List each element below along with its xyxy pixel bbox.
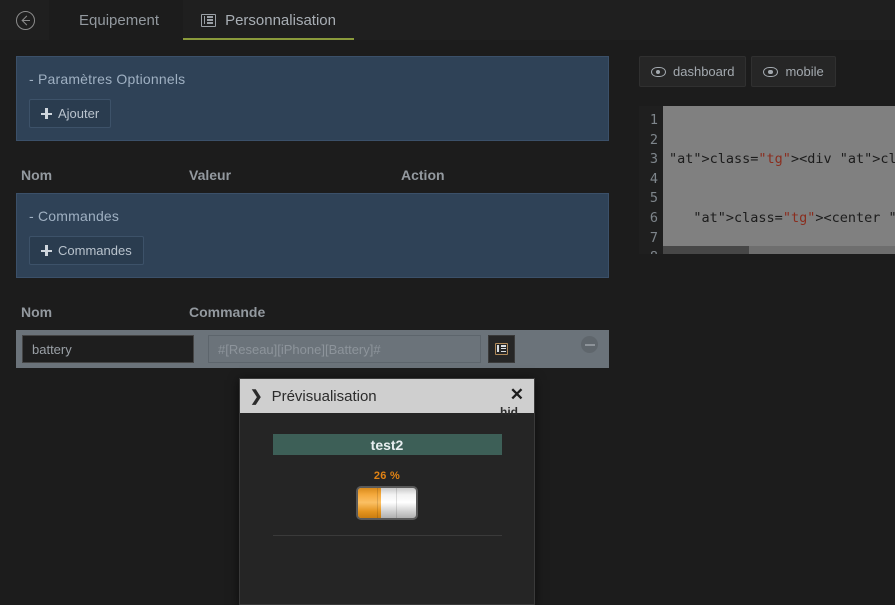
battery-icon: [356, 486, 418, 520]
plus-icon: [41, 245, 52, 256]
line-number: 5: [649, 190, 658, 207]
html-code-editor[interactable]: 1 2 3 4 5 6 7 8 "at">class="tg"><div "at…: [639, 106, 895, 254]
chevron-right-icon[interactable]: ❯: [250, 387, 263, 405]
tab-equipement-label: Equipement: [79, 11, 160, 29]
commands-panel: - Commandes Commandes: [16, 193, 609, 278]
optional-params-column-headers: Nom Valeur Action: [16, 167, 609, 183]
battery-segment-divider: [377, 488, 379, 518]
line-number: 2: [649, 131, 658, 148]
eye-icon: [763, 66, 779, 77]
editor-line-numbers: 1 2 3 4 5 6 7 8: [639, 106, 663, 254]
clipped-background-text: hid: [500, 405, 518, 415]
optional-params-panel: - Paramètres Optionnels Ajouter: [16, 56, 609, 141]
optional-params-title: - Paramètres Optionnels: [29, 71, 186, 87]
left-column: - Paramètres Optionnels Ajouter Nom Vale…: [16, 56, 609, 368]
tab-equipement[interactable]: Equipement: [49, 0, 184, 40]
tab-personnalisation-label: Personnalisation: [225, 11, 336, 29]
battery-widget-title: test2: [272, 434, 502, 455]
list-detail-icon: [495, 343, 508, 355]
app-root: Equipement Personnalisation - Paramètres…: [0, 0, 895, 605]
battery-widget: test2 26 %: [272, 434, 502, 536]
line-number: 4: [649, 170, 658, 187]
command-name-input[interactable]: [22, 335, 194, 363]
table-row: [16, 330, 609, 368]
line-number: 3: [649, 151, 658, 168]
preview-toggle-group: dashboard mobile: [639, 56, 895, 87]
back-button[interactable]: [0, 0, 49, 40]
preview-modal-body: test2 26 %: [240, 413, 534, 536]
plus-icon: [41, 108, 52, 119]
add-command-button[interactable]: Commandes: [29, 236, 144, 265]
preview-modal-header: ❯ Prévisualisation ✕ hid: [240, 379, 534, 415]
command-expression-input[interactable]: [208, 335, 481, 363]
editor-code-area[interactable]: "at">class="tg"><div "at">class="eqLogic…: [663, 106, 895, 254]
line-number: 7: [649, 229, 658, 246]
preview-modal: ❯ Prévisualisation ✕ hid test2 26 %: [239, 378, 535, 605]
editor-horizontal-scrollbar[interactable]: [663, 246, 895, 254]
add-param-label: Ajouter: [58, 106, 100, 121]
commands-title: - Commandes: [29, 208, 120, 224]
mobile-view-label: mobile: [785, 64, 824, 79]
battery-widget-body: 26 %: [273, 455, 502, 535]
add-param-button[interactable]: Ajouter: [29, 99, 112, 128]
battery-segment-divider: [396, 488, 398, 518]
dashboard-view-label: dashboard: [673, 64, 735, 79]
list-icon: [201, 13, 217, 27]
command-detail-button[interactable]: [488, 335, 515, 363]
column-header-nom: Nom: [21, 167, 53, 183]
column-header-valeur: Valeur: [189, 167, 232, 183]
commands-column-headers: Nom Commande: [16, 304, 609, 320]
mobile-view-button[interactable]: mobile: [751, 56, 836, 87]
code-line: "at">class="tg"><center "at">class="widg…: [693, 209, 895, 226]
preview-modal-title: Prévisualisation: [271, 387, 377, 405]
battery-percent-label: 26 %: [373, 470, 401, 482]
top-tab-bar: Equipement Personnalisation: [0, 0, 895, 40]
column-header-action: Action: [401, 167, 445, 183]
code-line: "at">class="tg"><div "at">class="eqLogic…: [669, 151, 895, 168]
add-command-label: Commandes: [58, 243, 132, 258]
line-number: 8: [639, 248, 658, 254]
dashboard-view-button[interactable]: dashboard: [639, 56, 747, 87]
line-number: 6: [649, 209, 658, 226]
arrow-circle-left-icon: [16, 10, 35, 30]
column-header-nom: Nom: [21, 304, 53, 320]
close-icon[interactable]: ✕: [510, 386, 524, 403]
line-number: 1: [649, 112, 658, 128]
right-column: dashboard mobile 1 2 3 4 5 6 7 8 "at">cl…: [639, 56, 895, 254]
column-header-commande: Commande: [189, 304, 266, 320]
eye-icon: [651, 66, 666, 77]
minus-circle-icon[interactable]: [581, 336, 598, 353]
tab-personnalisation[interactable]: Personnalisation: [183, 0, 354, 40]
